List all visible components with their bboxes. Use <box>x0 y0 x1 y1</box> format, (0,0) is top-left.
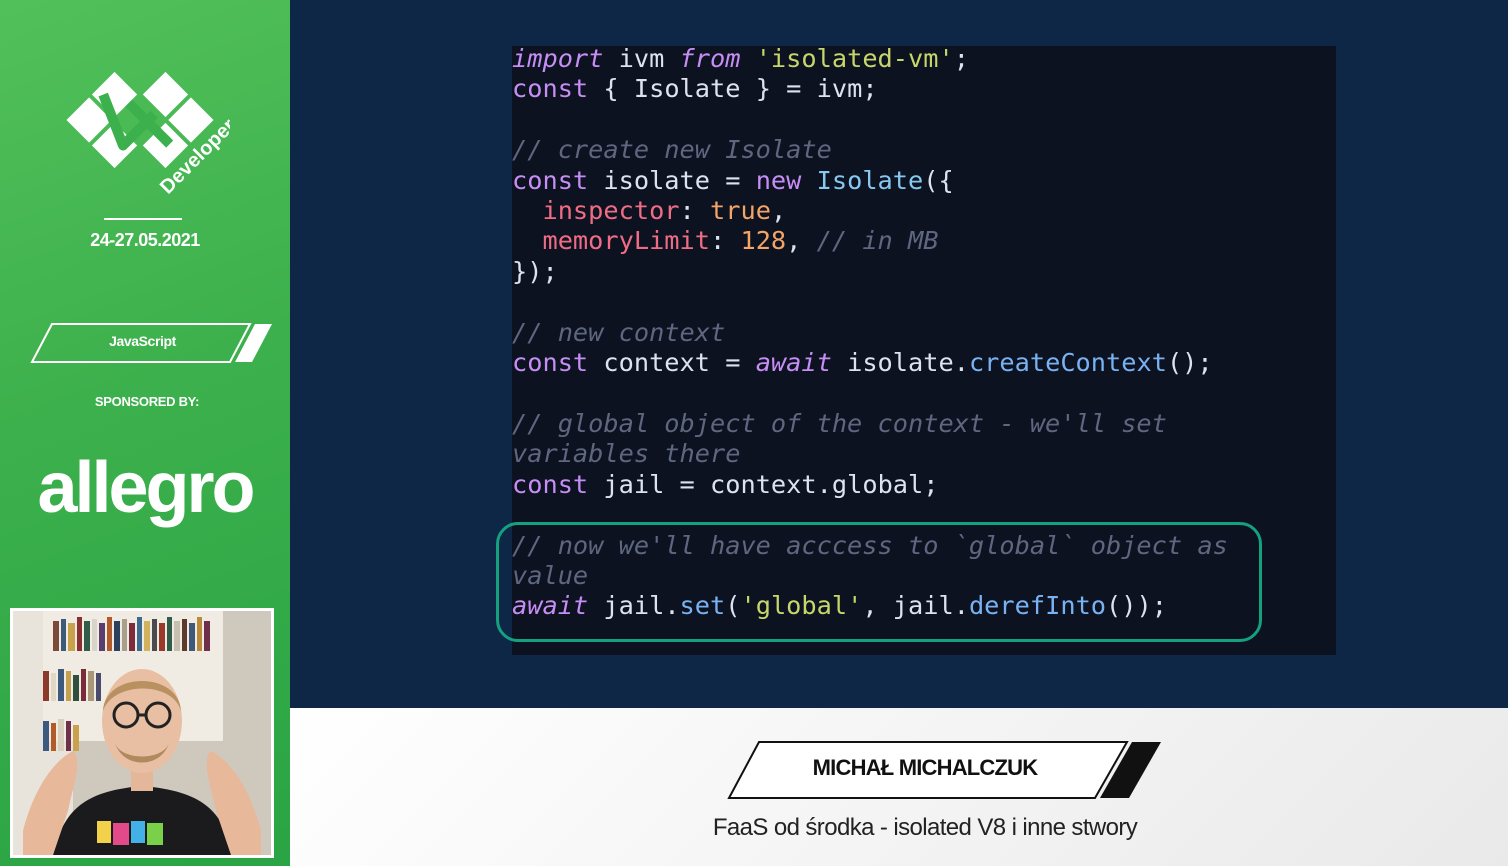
code-token: 128 <box>740 226 787 256</box>
code-token: { <box>588 74 634 104</box>
code-token: true <box>710 196 771 226</box>
code-token: global <box>831 469 924 499</box>
code-token: // create new Isolate <box>512 135 832 165</box>
code-line: const context = await isolate.createCont… <box>512 348 1228 378</box>
code-line: }); <box>512 257 1228 287</box>
speaker-name: MICHAŁ MICHALCZUK <box>812 755 1039 780</box>
code-token: . <box>953 348 969 378</box>
code-token: const <box>512 348 589 378</box>
sponsor-logo: allegro <box>37 448 255 528</box>
code-token: ; <box>923 469 939 499</box>
code-line: // new context <box>512 318 1228 348</box>
conference-sidebar: Developers 24-27.05.2021 JavaScript SPON… <box>0 0 290 866</box>
code-token: 'isolated-vm' <box>755 44 954 73</box>
code-token: inspector <box>542 196 680 226</box>
code-line: memoryLimit: 128, // in MB <box>512 226 1228 256</box>
code-token: from <box>679 44 741 73</box>
event-date: 24-27.05.2021 <box>90 230 200 250</box>
code-line: import ivm from 'isolated-vm'; <box>512 44 1228 74</box>
highlight-box <box>496 522 1262 642</box>
code-token: variables there <box>512 439 741 469</box>
code-token: , <box>770 196 787 226</box>
code-token: // in MB <box>816 226 939 256</box>
code-token: Isolate <box>633 74 741 104</box>
speaker-webcam <box>10 608 274 858</box>
code-token: // new context <box>512 317 726 347</box>
code-line: // global object of the context - we'll … <box>512 409 1228 439</box>
code-token: = <box>679 469 711 499</box>
webcam-image <box>13 611 271 855</box>
code-token: : <box>710 226 741 256</box>
code-line: const { Isolate } = ivm; <box>512 74 1228 104</box>
date-divider <box>104 218 182 220</box>
code-token: memoryLimit <box>542 226 710 256</box>
code-token: . <box>816 469 832 499</box>
code-token: const <box>512 165 589 195</box>
talk-title: FaaS od środka - isolated V8 i inne stwo… <box>712 814 1138 841</box>
code-token: , <box>786 226 817 256</box>
4developers-logo: Developers <box>66 71 230 199</box>
code-token: } = <box>740 74 817 104</box>
code-token: isolate <box>831 348 954 378</box>
topic-label: JavaScript <box>109 333 176 349</box>
code-token: Isolate <box>816 165 924 195</box>
code-line: // create new Isolate <box>512 135 1228 165</box>
code-token: const <box>512 74 589 104</box>
code-token: context <box>710 469 817 499</box>
code-token: : <box>679 196 711 226</box>
code-token: = <box>725 348 756 378</box>
code-token: ; <box>862 74 878 104</box>
code-token: ; <box>953 44 969 73</box>
code-token: context <box>588 348 726 378</box>
code-token: new <box>755 165 802 195</box>
code-token: const <box>512 469 589 499</box>
code-token: = <box>725 165 756 195</box>
code-line: inspector: true, <box>512 196 1228 226</box>
code-line: variables there <box>512 439 1228 469</box>
code-token: jail <box>588 469 680 499</box>
code-token: isolate <box>588 165 726 195</box>
code-token: (); <box>1166 348 1213 378</box>
code-token: }); <box>512 256 558 286</box>
code-token: ivm <box>816 74 863 104</box>
sponsored-by-label: SPONSORED BY: <box>94 394 200 409</box>
code-line: const isolate = new Isolate({ <box>512 166 1228 196</box>
code-line: const jail = context.global; <box>512 470 1228 500</box>
code-token: ({ <box>923 165 954 195</box>
code-token: ivm <box>603 44 680 73</box>
code-token: createContext <box>968 348 1167 378</box>
code-token: import <box>512 44 604 73</box>
code-token: // global object of the context - we'll … <box>512 408 1167 438</box>
code-token: await <box>755 348 832 378</box>
